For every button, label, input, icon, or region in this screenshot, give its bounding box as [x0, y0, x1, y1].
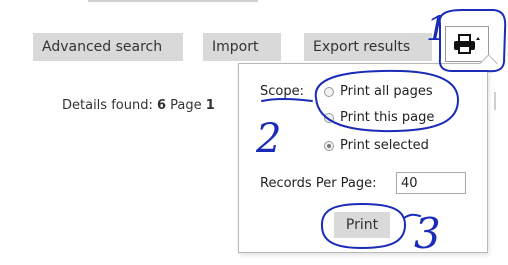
handwritten-annotations: 1 2 3	[255, 9, 507, 258]
annotation-step-2: 2	[255, 116, 281, 162]
annotation-step-1: 1	[426, 9, 448, 49]
annotation-box-print-icon	[438, 9, 507, 73]
annotation-ellipse-scope	[314, 69, 460, 133]
annotation-underline	[261, 98, 313, 102]
annotation-step-numbers: 1 2 3	[255, 9, 448, 258]
annotation-step-3: 3	[414, 209, 441, 258]
annotation-ellipse-print	[320, 202, 407, 250]
